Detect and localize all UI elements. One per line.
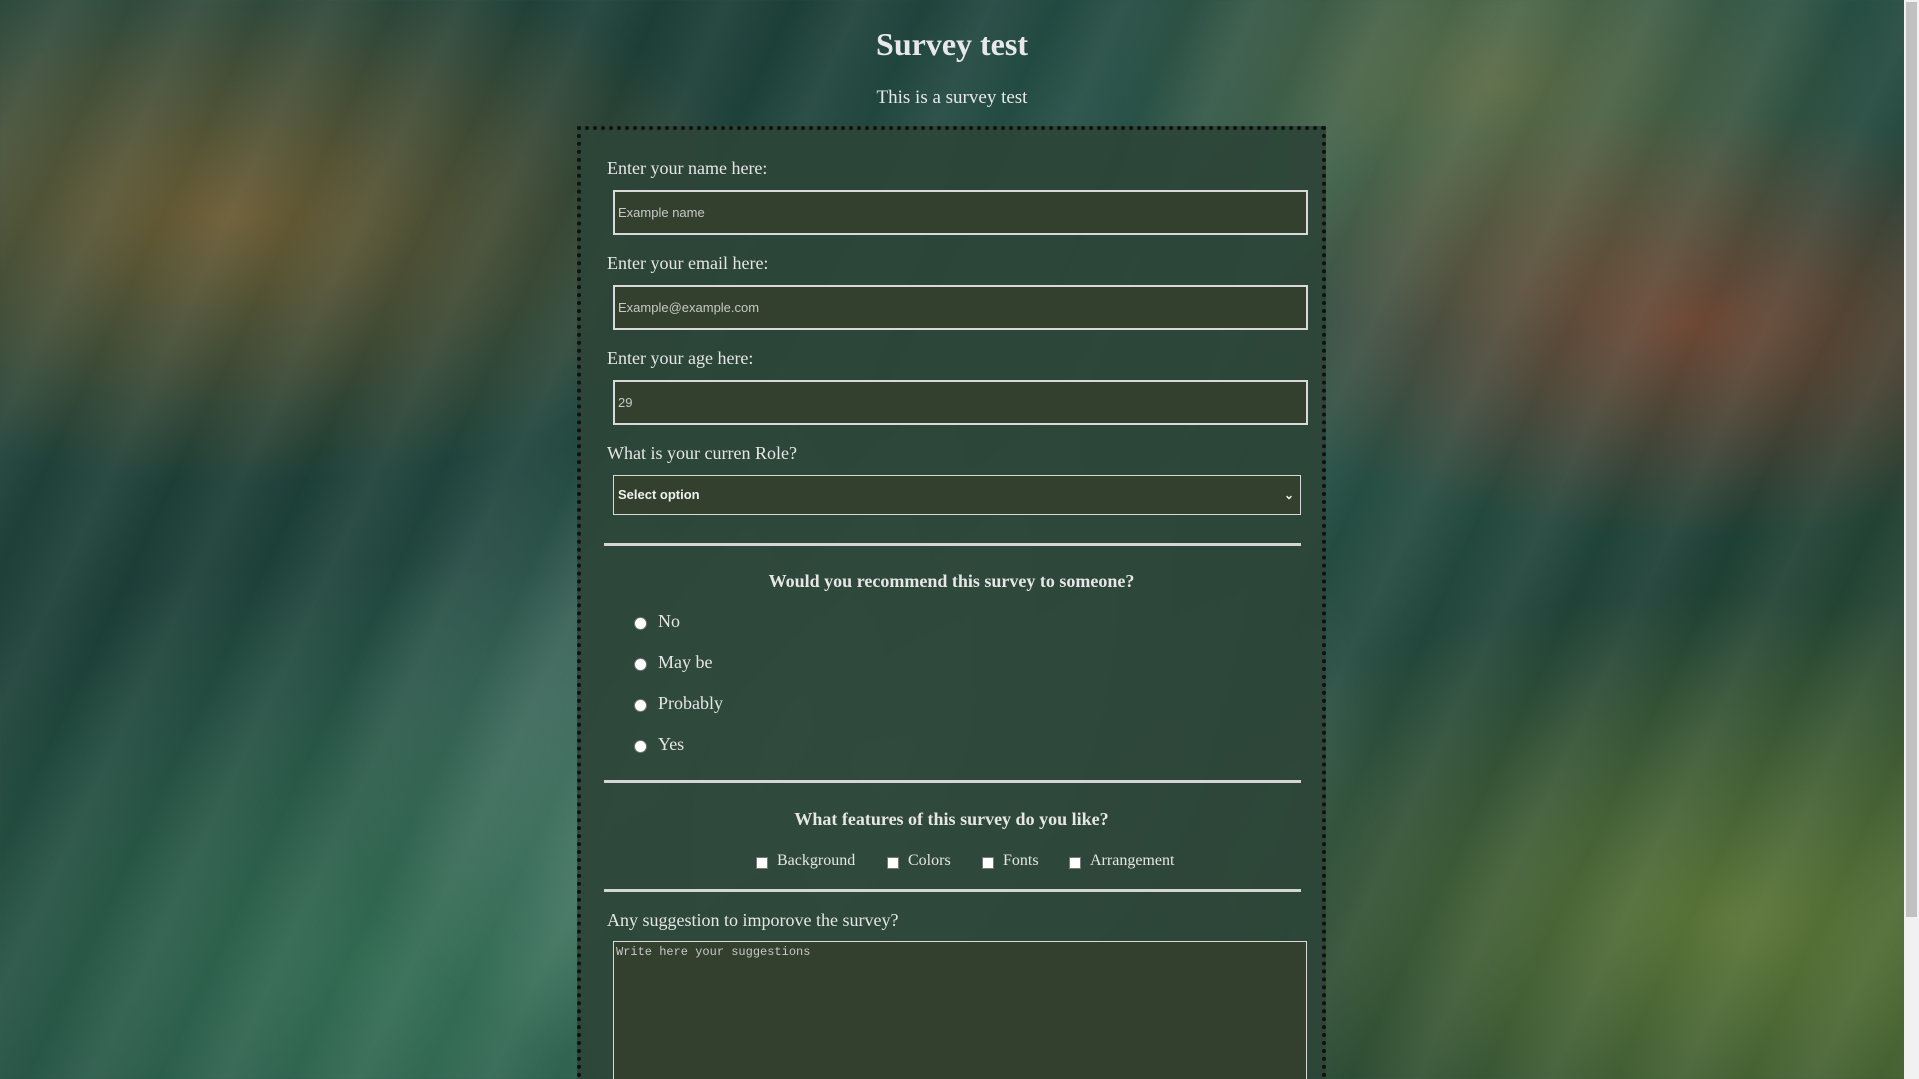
checkbox-label: Fonts [1003, 852, 1039, 869]
divider [604, 543, 1301, 546]
checkbox-label: Colors [908, 852, 951, 869]
radio-button[interactable] [634, 699, 647, 712]
role-select-value: Select option [618, 487, 700, 502]
email-input[interactable]: Example@example.com [613, 285, 1308, 330]
age-label: Enter your age here: [607, 348, 754, 368]
suggestions-label: Any suggestion to imporove the survey? [607, 910, 899, 930]
page-scrollbar[interactable] [1904, 0, 1919, 1079]
age-input[interactable]: 29 [613, 380, 1308, 425]
page-description: This is a survey test [876, 87, 1028, 108]
checkbox[interactable] [1069, 857, 1081, 869]
radio-button[interactable] [634, 658, 647, 671]
recommend-question: Would you recommend this survey to someo… [768, 571, 1135, 591]
chevron-down-icon: ⌄ [1283, 488, 1294, 502]
role-label: What is your curren Role? [607, 443, 797, 463]
role-select[interactable]: Select option ⌄ [613, 475, 1301, 515]
suggestions-textarea[interactable]: Write here your suggestions [613, 941, 1307, 1079]
checkbox[interactable] [982, 857, 994, 869]
checkbox-label: Background [777, 852, 856, 869]
features-question: What features of this survey do you like… [794, 809, 1109, 829]
radio-label: Yes [658, 734, 685, 754]
radio-button[interactable] [634, 740, 647, 753]
radio-button[interactable] [634, 617, 647, 630]
email-label: Enter your email here: [607, 253, 769, 273]
radio-label: May be [658, 652, 713, 672]
name-input[interactable]: Example name [613, 190, 1308, 235]
radio-label: Probably [658, 693, 723, 713]
page-title: Survey test [876, 26, 1028, 62]
divider [604, 780, 1301, 783]
radio-label: No [658, 611, 680, 631]
scrollbar-thumb[interactable] [1906, 2, 1917, 917]
divider [604, 889, 1301, 892]
checkbox[interactable] [887, 857, 899, 869]
name-label: Enter your name here: [607, 158, 768, 178]
checkbox-label: Arrangement [1090, 852, 1175, 869]
checkbox[interactable] [756, 857, 768, 869]
